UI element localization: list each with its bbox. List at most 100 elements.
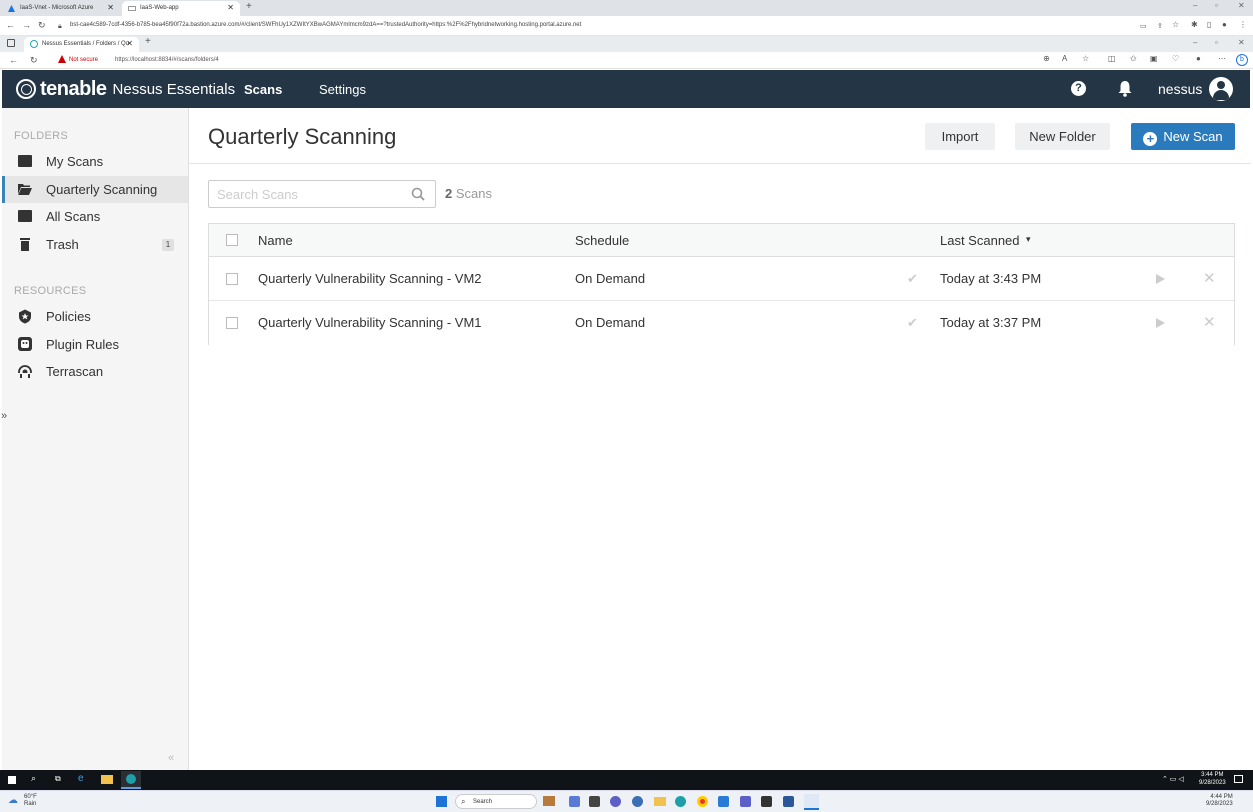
minimize-icon[interactable]: –	[1193, 38, 1197, 47]
import-button[interactable]: Import	[925, 123, 995, 150]
close-icon[interactable]: ✕	[1238, 1, 1245, 10]
back-icon[interactable]: ←	[9, 54, 18, 66]
edge-taskbar-icon[interactable]	[121, 771, 141, 789]
star-icon[interactable]: ☆	[1172, 19, 1179, 31]
task-view-icon[interactable]: ⧉	[55, 774, 61, 784]
collections-icon[interactable]: ▣	[1150, 53, 1158, 65]
reload-icon[interactable]: ↻	[38, 19, 46, 31]
not-secure-label[interactable]: Not secure	[69, 55, 98, 65]
sidebar-item-terrascan[interactable]: Terrascan	[2, 358, 188, 385]
menu-icon[interactable]: ⋮	[1239, 19, 1247, 31]
inner-url[interactable]: https://localhost:8834/#/scans/folders/4	[115, 55, 219, 65]
avatar[interactable]	[1209, 77, 1233, 101]
sidebar-item-trash[interactable]: Trash 1	[2, 231, 188, 258]
outer-tab-webapp[interactable]: IaaS-Web-app ✕	[122, 1, 240, 16]
search-scans-field[interactable]	[208, 180, 436, 208]
taskbar-search-box[interactable]: ⌕ Search	[455, 794, 537, 809]
notification-icon[interactable]	[1234, 775, 1243, 783]
new-scan-button[interactable]: + New Scan	[1131, 123, 1235, 150]
column-last-scanned[interactable]: Last Scanned	[940, 233, 1020, 248]
weather-widget[interactable]: 60°F Rain	[24, 794, 37, 808]
clock[interactable]: 4:44 PM 9/28/2023	[1206, 794, 1233, 808]
favorites-icon[interactable]: ✩	[1130, 53, 1137, 65]
new-tab-icon[interactable]: +	[145, 36, 151, 47]
favorite-icon[interactable]: ☆	[1082, 53, 1089, 65]
restore-icon[interactable]: ▫	[1215, 1, 1218, 10]
sidebar-item-all-scans[interactable]: All Scans	[2, 203, 188, 230]
user-name[interactable]: nessus	[1158, 81, 1202, 97]
restore-icon[interactable]: ▫	[1215, 38, 1218, 47]
file-explorer-icon[interactable]	[654, 797, 666, 806]
inner-tab-nessus[interactable]: Nessus Essentials / Folders / Qu ✕	[24, 37, 139, 52]
column-schedule[interactable]: Schedule	[575, 233, 629, 248]
expand-panel-icon[interactable]: »	[1, 410, 7, 422]
ie-icon[interactable]: e	[78, 773, 84, 784]
new-folder-button[interactable]: New Folder	[1015, 123, 1110, 150]
back-icon[interactable]: ←	[6, 19, 15, 31]
share-icon[interactable]: ⇪	[1157, 21, 1163, 33]
nav-scans[interactable]: Scans	[244, 82, 282, 97]
outer-url[interactable]: bst-cae4c589-7cdf-4356-b785-bea45f90f72a…	[70, 20, 581, 31]
nav-settings[interactable]: Settings	[319, 82, 366, 97]
help-icon[interactable]: ?	[1071, 81, 1086, 96]
scan-name[interactable]: Quarterly Vulnerability Scanning - VM2	[258, 271, 482, 286]
sidebar-item-plugin-rules[interactable]: Plugin Rules	[2, 331, 188, 358]
sidebar-item-quarterly-scanning[interactable]: Quarterly Scanning	[2, 176, 188, 203]
system-tray-icons[interactable]: ⌃ ▭ ◁	[1162, 775, 1184, 783]
read-aloud-icon[interactable]: A	[1062, 53, 1067, 65]
sidebar-item-my-scans[interactable]: My Scans	[2, 148, 188, 175]
settings-icon[interactable]	[632, 796, 643, 807]
sidepanel-icon[interactable]: ▯	[1207, 19, 1211, 31]
menu-icon[interactable]: ⋯	[1218, 53, 1226, 65]
profile-icon[interactable]: ●	[1196, 53, 1201, 65]
search-icon[interactable]	[411, 187, 425, 201]
close-icon[interactable]: ✕	[227, 1, 234, 15]
windows-start-icon[interactable]	[436, 796, 447, 807]
edge-icon[interactable]	[675, 796, 686, 807]
tab-actions-icon[interactable]	[7, 39, 15, 47]
teams-icon[interactable]	[610, 796, 621, 807]
scan-name[interactable]: Quarterly Vulnerability Scanning - VM1	[258, 315, 482, 330]
play-icon[interactable]	[1156, 318, 1165, 328]
windows-start-icon[interactable]	[8, 776, 16, 784]
row-checkbox[interactable]	[226, 317, 238, 329]
split-screen-icon[interactable]: ◫	[1108, 53, 1116, 65]
close-icon[interactable]: ✕	[1238, 38, 1245, 47]
outlook-icon[interactable]	[718, 796, 729, 807]
profile-icon[interactable]: ●	[1222, 19, 1227, 31]
tenable-logo[interactable]: tenable Nessus Essentials	[16, 77, 235, 101]
bell-icon[interactable]	[1117, 80, 1133, 97]
collapse-sidebar-icon[interactable]: «	[168, 752, 174, 764]
select-all-checkbox[interactable]	[226, 234, 238, 246]
clock[interactable]: 3:44 PM 9/28/2023	[1199, 771, 1226, 787]
weather-icon[interactable]: ☁	[8, 795, 18, 806]
forward-icon[interactable]: →	[22, 19, 31, 31]
reload-icon[interactable]: ↻	[30, 54, 38, 66]
close-icon[interactable]: ✕	[107, 1, 114, 15]
delete-icon[interactable]: ✕	[1203, 269, 1216, 287]
chrome-icon[interactable]	[697, 796, 708, 807]
install-icon[interactable]: ▭	[1140, 21, 1147, 33]
table-row[interactable]: Quarterly Vulnerability Scanning - VM2 O…	[209, 257, 1234, 301]
minimize-icon[interactable]: –	[1193, 1, 1197, 10]
remote-desktop-icon[interactable]	[804, 794, 819, 810]
play-icon[interactable]	[1156, 274, 1165, 284]
extensions-icon[interactable]: ✱	[1191, 19, 1198, 31]
table-row[interactable]: Quarterly Vulnerability Scanning - VM1 O…	[209, 301, 1234, 345]
word-icon[interactable]	[783, 796, 794, 807]
sidebar-item-policies[interactable]: Policies	[2, 303, 188, 330]
search-icon[interactable]: ⌕	[31, 773, 36, 784]
close-icon[interactable]: ✕	[126, 37, 133, 51]
search-input[interactable]	[217, 186, 407, 202]
extension-icon[interactable]: ♡	[1172, 53, 1179, 65]
new-tab-icon[interactable]: +	[246, 1, 252, 12]
app-icon[interactable]	[589, 796, 600, 807]
app-icon[interactable]	[569, 796, 580, 807]
column-name[interactable]: Name	[258, 233, 293, 248]
row-checkbox[interactable]	[226, 273, 238, 285]
app-icon[interactable]	[761, 796, 772, 807]
bing-icon[interactable]: b	[1236, 54, 1248, 66]
outer-tab-azure[interactable]: IaaS-Vnet - Microsoft Azure ✕	[2, 1, 120, 16]
app-icon[interactable]	[543, 796, 555, 806]
sort-desc-icon[interactable]: ▾	[1026, 234, 1031, 245]
